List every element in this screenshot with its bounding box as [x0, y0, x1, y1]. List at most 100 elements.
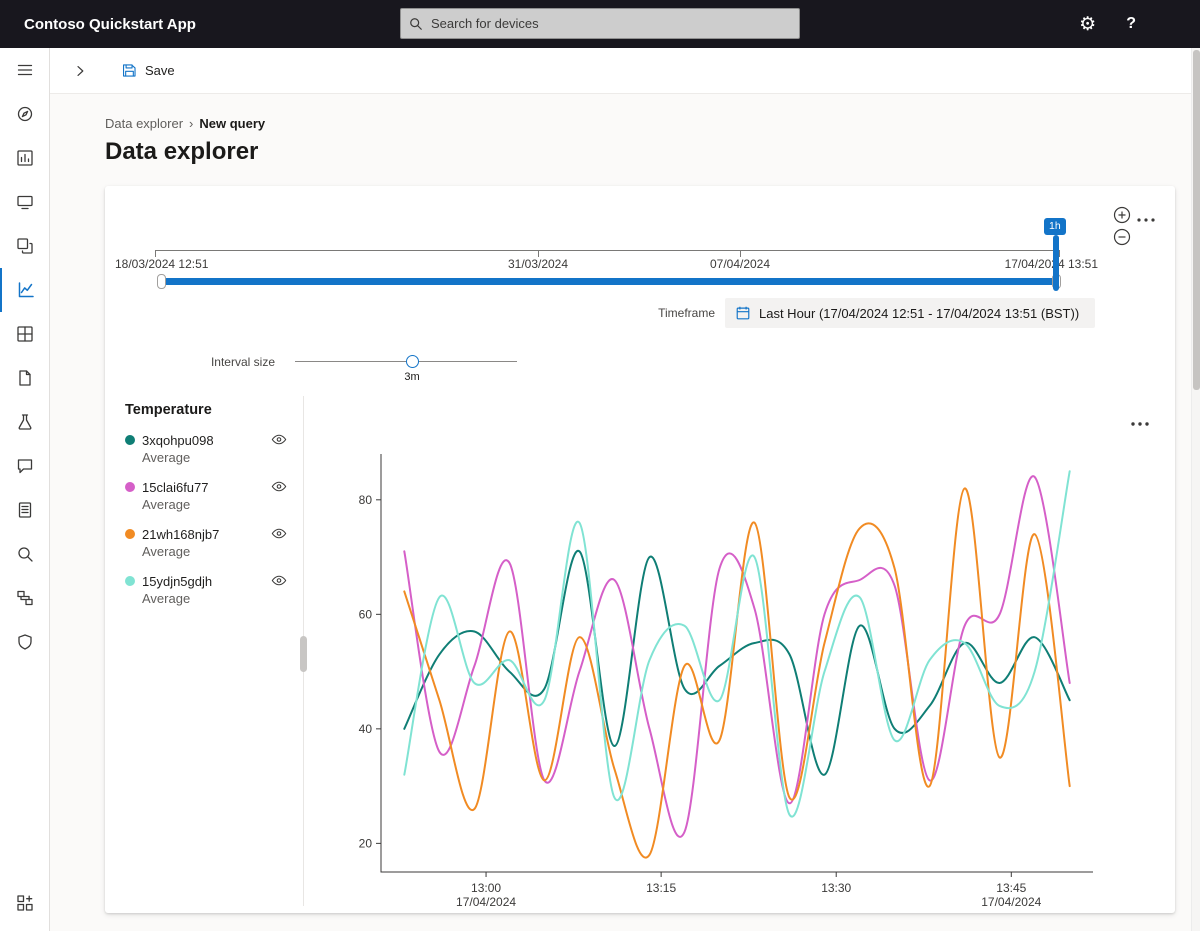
edge-icon: [17, 590, 33, 606]
x-tick-label: 13:15: [646, 881, 676, 895]
breadcrumb-separator: ›: [189, 116, 194, 131]
dashboards-icon: [17, 150, 33, 166]
app-title: Contoso Quickstart App: [24, 15, 196, 33]
data-explorer-icon: [18, 282, 34, 298]
sidebar-item-menu[interactable]: [0, 48, 50, 92]
sidebar-item-app-settings[interactable]: [0, 881, 50, 925]
menu-icon: [17, 64, 33, 76]
date-axis-tick: [1059, 250, 1060, 257]
calendar-icon: [736, 306, 750, 320]
overview-icon: [17, 106, 33, 122]
help-icon[interactable]: ?: [1126, 16, 1136, 32]
y-tick-label: 40: [359, 722, 373, 736]
series-aggregation: Average: [142, 544, 191, 559]
settings-gear-icon[interactable]: ⚙: [1079, 15, 1096, 34]
sidebar-item-overview[interactable]: [0, 92, 50, 136]
range-duration-badge[interactable]: 1h: [1044, 218, 1066, 235]
x-tick-sublabel: 17/04/2024: [981, 895, 1041, 909]
series-legend-panel: Temperature 3xqohpu098 Average 15clai6fu77…: [125, 402, 299, 618]
sidebar-item-devices[interactable]: [0, 180, 50, 224]
line-chart[interactable]: 20 40 60 80 13:00 17/04/2024 13:15 13:30 13:45 17…: [351, 442, 1103, 912]
data-explorer-query-card: 18/03/2024 12:51 31/03/2024 07/04/2024 1…: [105, 186, 1175, 913]
date-axis-end-label: 17/04/2024 13:51: [1004, 257, 1098, 271]
plus-circle-icon: [1113, 206, 1131, 224]
series-aggregation: Average: [142, 591, 191, 606]
sidebar-item-data-explorer[interactable]: [0, 268, 50, 312]
date-axis-mid-label: 31/03/2024: [507, 257, 569, 271]
series-name: 21wh168njb7: [142, 526, 220, 542]
legend-scrollbar-thumb[interactable]: [300, 636, 307, 672]
sidebar-item-dashboards[interactable]: [0, 136, 50, 180]
expand-nav-button[interactable]: [65, 56, 95, 86]
interval-size-label: Interval size: [210, 355, 275, 369]
timeframe-value: Last Hour (17/04/2024 12:51 - 17/04/2024…: [759, 305, 1080, 321]
sidebar-item-entities[interactable]: [0, 312, 50, 356]
device-search-box[interactable]: [400, 8, 800, 39]
timeline-more-options-button[interactable]: [1136, 210, 1156, 222]
date-axis-start-label: 18/03/2024 12:51: [115, 257, 209, 271]
series-visibility-eye-icon[interactable]: [271, 480, 287, 498]
y-tick-label: 20: [359, 836, 373, 850]
timeframe-picker-button[interactable]: Last Hour (17/04/2024 12:51 - 17/04/2024…: [725, 298, 1095, 328]
sidebar-item-deployments[interactable]: [0, 444, 50, 488]
series-visibility-eye-icon[interactable]: [271, 433, 287, 451]
left-nav-rail: [0, 48, 50, 931]
breadcrumb-current: New query: [199, 116, 266, 131]
series-line-15clai6fu77: [403, 475, 1071, 838]
sidebar-item-rules[interactable]: [0, 400, 50, 444]
page-title: Data explorer: [105, 138, 259, 165]
series-color-dot: [125, 482, 135, 492]
series-aggregation: Average: [142, 497, 191, 512]
rules-icon: [18, 414, 32, 430]
timeframe-label: Timeframe: [658, 306, 715, 320]
breadcrumb-root[interactable]: Data explorer: [105, 116, 183, 131]
save-icon: [122, 64, 136, 77]
deployments-icon: [17, 459, 33, 474]
series-color-dot: [125, 576, 135, 586]
date-axis: [155, 250, 1060, 251]
x-tick-label: 13:45: [996, 881, 1026, 895]
interval-slider-handle[interactable]: [406, 355, 419, 368]
command-bar: Save: [50, 48, 1191, 94]
range-marker-handle[interactable]: [1053, 235, 1059, 291]
sidebar-item-audit-logs[interactable]: [0, 488, 50, 532]
timeframe-row: Timeframe Last Hour (17/04/2024 12:51 - …: [105, 298, 1095, 328]
zoom-out-button[interactable]: [1113, 228, 1131, 246]
series-visibility-eye-icon[interactable]: [271, 574, 287, 592]
x-tick-sublabel: 17/04/2024: [456, 895, 516, 909]
diagnostics-icon: [18, 547, 33, 562]
time-range-slider[interactable]: [163, 278, 1059, 285]
series-name: 15clai6fu77: [142, 479, 209, 495]
x-tick-label: 13:00: [471, 881, 501, 895]
legend-item: 15ydjn5gdjh Average: [125, 571, 299, 611]
date-axis-tick: [740, 250, 741, 257]
series-name: 3xqohpu098: [142, 432, 214, 448]
save-button[interactable]: Save: [113, 58, 183, 83]
ellipsis-icon: [1131, 422, 1149, 426]
device-groups-icon: [17, 238, 33, 254]
series-visibility-eye-icon[interactable]: [271, 527, 287, 545]
sidebar-item-jobs[interactable]: [0, 356, 50, 400]
page-scrollbar: [1191, 48, 1200, 931]
range-handle-left[interactable]: [157, 274, 166, 289]
main-content: Save Data explorer › New query Data expl…: [50, 48, 1191, 931]
security-icon: [18, 634, 32, 650]
sidebar-item-device-groups[interactable]: [0, 224, 50, 268]
sidebar-item-diagnostics[interactable]: [0, 532, 50, 576]
top-app-bar: Contoso Quickstart App ⚙ ?: [0, 0, 1200, 48]
sidebar-item-security[interactable]: [0, 620, 50, 664]
series-aggregation: Average: [142, 450, 191, 465]
app-settings-icon: [17, 895, 33, 911]
date-axis-tick: [538, 250, 539, 257]
legend-item: 21wh168njb7 Average: [125, 524, 299, 564]
search-input[interactable]: [429, 15, 791, 32]
minus-circle-icon: [1113, 228, 1131, 246]
audit-logs-icon: [18, 502, 32, 518]
page-scrollbar-thumb[interactable]: [1193, 50, 1200, 390]
chart-more-options-button[interactable]: [1129, 414, 1151, 426]
interval-size-value: 3m: [404, 371, 420, 383]
zoom-in-button[interactable]: [1113, 206, 1131, 224]
sidebar-item-edge[interactable]: [0, 576, 50, 620]
series-name: 15ydjn5gdjh: [142, 573, 213, 589]
chevron-right-icon: [77, 65, 84, 76]
